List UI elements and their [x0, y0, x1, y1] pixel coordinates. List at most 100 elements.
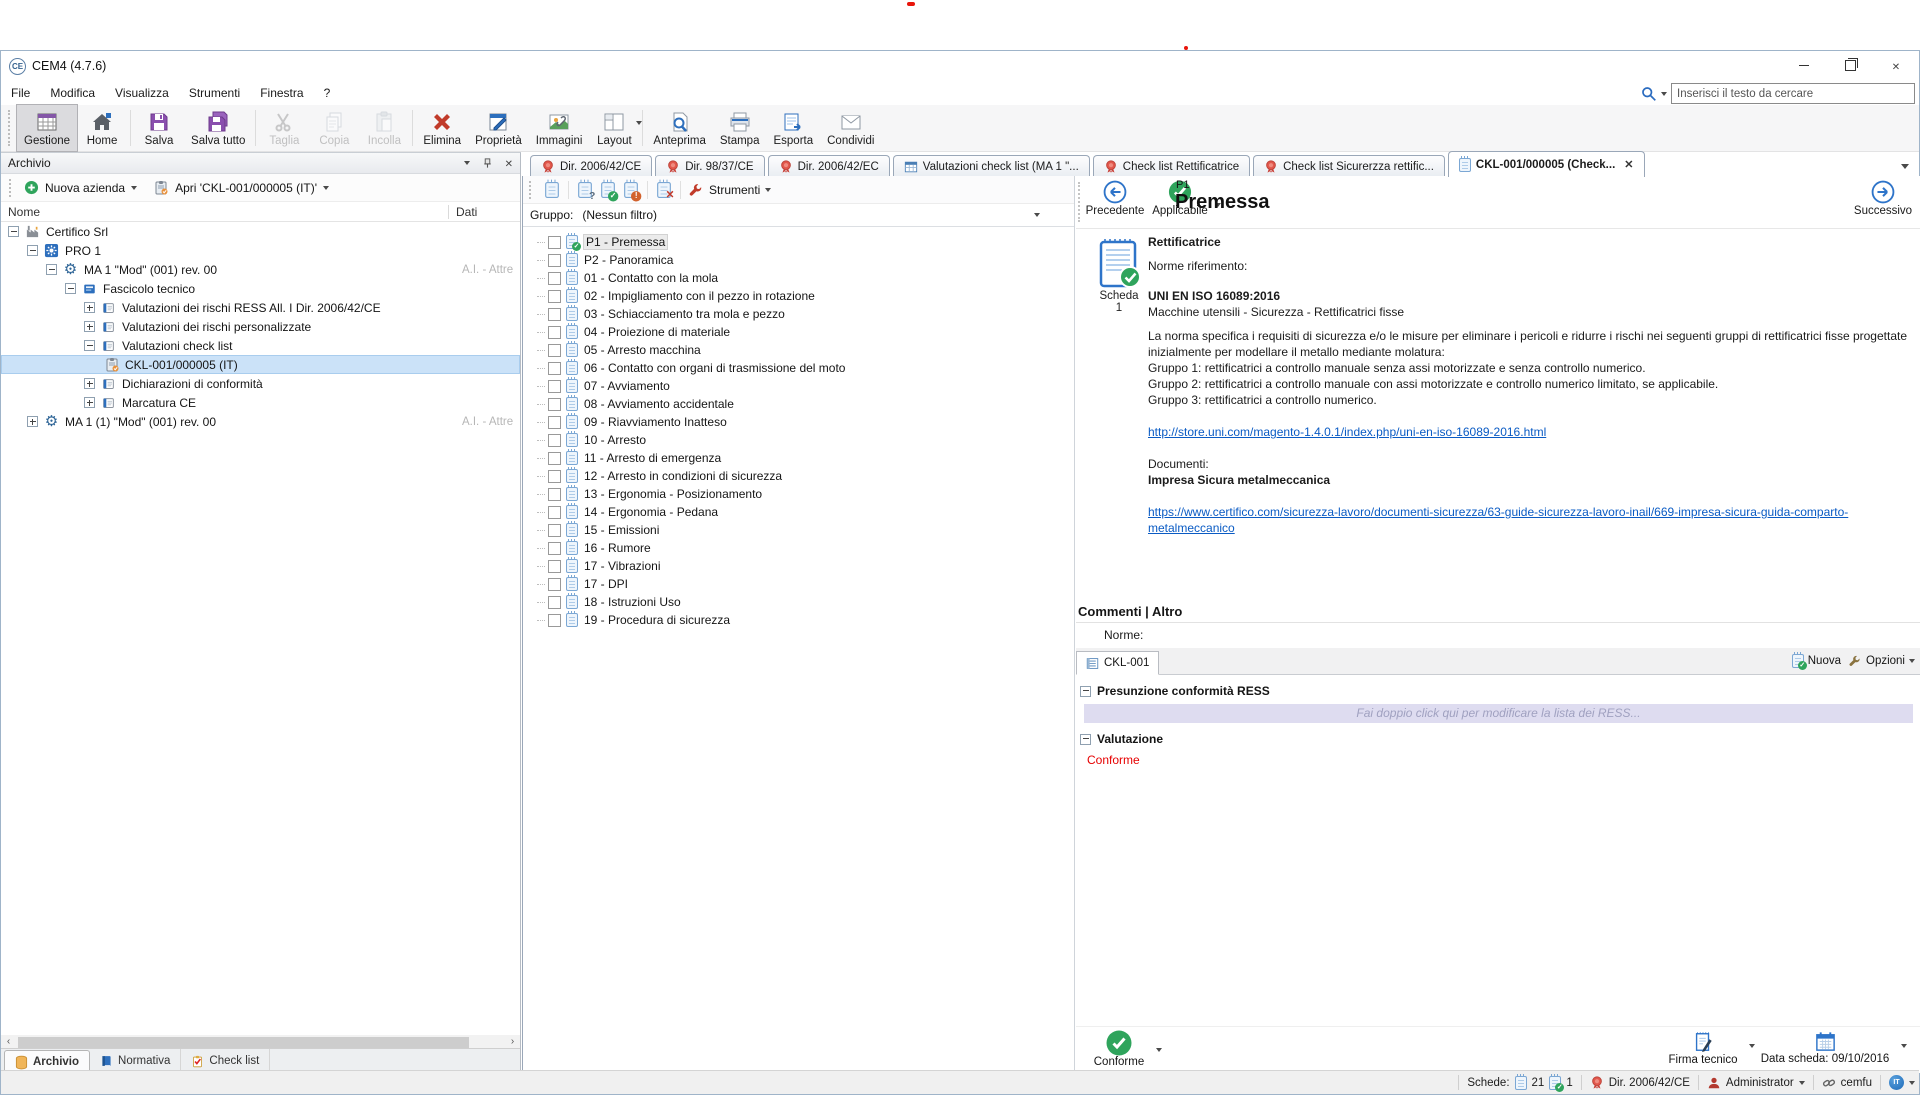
checkbox[interactable]	[548, 434, 561, 447]
status-user[interactable]: Administrator	[1726, 1077, 1794, 1089]
norm-link[interactable]: http://store.uni.com/magento-1.4.0.1/ind…	[1148, 425, 1546, 439]
conforme-button[interactable]: Conforme	[1088, 1030, 1150, 1068]
checkbox[interactable]	[548, 416, 561, 429]
tree-item-fascicolo[interactable]: Fascicolo tecnico	[1, 279, 520, 298]
checklist-item[interactable]: 12 - Arresto in condizioni di sicurezza	[523, 467, 1074, 485]
menu-modifica[interactable]: Modifica	[40, 83, 105, 103]
valutazione-section-header[interactable]: Valutazione	[1076, 732, 1920, 746]
checklist-item[interactable]: P2 - Panoramica	[523, 251, 1074, 269]
tab-check-list-sicurezza[interactable]: Check list Sicurerzza rettific...	[1253, 155, 1445, 177]
precedente-button[interactable]: Precedente	[1084, 180, 1146, 217]
sheet-remove-icon[interactable]	[657, 181, 671, 197]
menu-help[interactable]: ?	[314, 83, 341, 103]
strumenti-button[interactable]: Strumenti	[709, 183, 760, 197]
firma-tecnico-button[interactable]: Firma tecnico	[1663, 1030, 1743, 1066]
document-link[interactable]: https://www.certifico.com/sicurezza-lavo…	[1148, 505, 1848, 535]
toolbar-handle[interactable]	[8, 110, 13, 146]
collapse-icon[interactable]	[8, 226, 19, 237]
salva-tutto-button[interactable]: Salva tutto	[184, 105, 252, 151]
minimize-button[interactable]	[1781, 51, 1827, 80]
checklist-item[interactable]: 07 - Avviamento	[523, 377, 1074, 395]
tab-list-caret[interactable]	[1901, 158, 1909, 172]
data-scheda-caret[interactable]	[1901, 1044, 1907, 1048]
checklist-item[interactable]: 18 - Istruzioni Uso	[523, 593, 1074, 611]
column-dati[interactable]: Dati	[448, 205, 520, 219]
anteprima-button[interactable]: Anteprima	[646, 105, 712, 151]
checkbox[interactable]	[548, 398, 561, 411]
checkbox[interactable]	[548, 254, 561, 267]
toolbar-handle[interactable]	[1078, 182, 1080, 222]
expand-icon[interactable]	[84, 397, 95, 408]
menu-strumenti[interactable]: Strumenti	[179, 83, 250, 103]
menu-finestra[interactable]: Finestra	[250, 83, 313, 103]
tree-item-ma1-1[interactable]: MA 1 (1) "Mod" (001) rev. 00 A.I. - Attr…	[1, 412, 520, 431]
checklist-item[interactable]: 06 - Contatto con organi di trasmissione…	[523, 359, 1074, 377]
checklist-item[interactable]: 17 - DPI	[523, 575, 1074, 593]
collapse-icon[interactable]	[46, 264, 57, 275]
esporta-button[interactable]: Esporta	[766, 105, 820, 151]
layout-button[interactable]: Layout	[589, 105, 639, 151]
checklist-item[interactable]: 14 - Ergonomia - Pedana	[523, 503, 1074, 521]
successivo-button[interactable]: Successivo	[1851, 180, 1915, 217]
tree-item-pro1[interactable]: PRO 1	[1, 241, 520, 260]
collapse-icon[interactable]	[65, 283, 76, 294]
toolbar-handle[interactable]	[9, 179, 14, 197]
tab-valutazioni-check-list[interactable]: Valutazioni check list (MA 1 "...	[893, 155, 1090, 177]
tree-item-ma1[interactable]: MA 1 "Mod" (001) rev. 00 A.I. - Attre	[1, 260, 520, 279]
expand-icon[interactable]	[84, 302, 95, 313]
collapse-icon[interactable]	[84, 340, 95, 351]
checklist-item[interactable]: 04 - Proiezione di materiale	[523, 323, 1074, 341]
add-circle-icon[interactable]	[24, 180, 39, 195]
nuova-azienda-button[interactable]: Nuova azienda	[45, 181, 125, 195]
collapse-icon[interactable]	[1080, 686, 1091, 697]
comment-tab-ckl001[interactable]: CKL-001	[1076, 651, 1159, 675]
horizontal-scrollbar[interactable]	[1, 1035, 520, 1049]
ress-placeholder-area[interactable]: Fai doppio click qui per modificare la l…	[1084, 704, 1913, 723]
menu-visualizza[interactable]: Visualizza	[105, 83, 179, 103]
home-button[interactable]: Home	[77, 105, 127, 151]
checkbox[interactable]	[548, 614, 561, 627]
checklist-item[interactable]: 02 - Impigliamento con il pezzo in rotaz…	[523, 287, 1074, 305]
tree-item-valutazioni-pers[interactable]: Valutazioni dei rischi personalizzate	[1, 317, 520, 336]
checklist-item[interactable]: 19 - Procedura di sicurezza	[523, 611, 1074, 629]
pin-icon[interactable]	[482, 157, 493, 169]
salva-button[interactable]: Salva	[134, 105, 184, 151]
language-badge[interactable]: IT	[1889, 1075, 1904, 1090]
sheet-ok-icon[interactable]	[601, 181, 615, 197]
checklist-item[interactable]: 16 - Rumore	[523, 539, 1074, 557]
opzioni-button[interactable]: Opzioni	[1848, 654, 1915, 668]
language-caret[interactable]	[1909, 1081, 1915, 1085]
checklist-item[interactable]: 01 - Contatto con la mola	[523, 269, 1074, 287]
checklist-item[interactable]: 05 - Arresto macchina	[523, 341, 1074, 359]
panel-close-icon[interactable]	[505, 156, 513, 170]
condividi-button[interactable]: Condividi	[820, 105, 881, 151]
restore-button[interactable]	[1827, 51, 1873, 80]
immagini-button[interactable]: Immagini	[529, 105, 590, 151]
collapse-icon[interactable]	[1080, 734, 1091, 745]
panel-menu-caret[interactable]	[464, 161, 470, 165]
tree-item-valutazioni-checklist[interactable]: Valutazioni check list	[1, 336, 520, 355]
checkbox[interactable]	[548, 380, 561, 393]
search-input[interactable]	[1671, 83, 1915, 104]
checkbox[interactable]	[548, 452, 561, 465]
nuova-azienda-caret[interactable]	[131, 186, 137, 190]
open-clipboard-icon[interactable]	[153, 180, 169, 196]
nuova-button[interactable]: Nuova	[1792, 654, 1841, 668]
search-options-caret[interactable]	[1661, 92, 1667, 96]
sheet-unknown-icon[interactable]	[578, 181, 592, 197]
opzioni-caret[interactable]	[1909, 659, 1915, 663]
tab-dir-98-37-ce[interactable]: Dir. 98/37/CE	[655, 155, 764, 177]
checkbox[interactable]	[548, 506, 561, 519]
strumenti-caret[interactable]	[765, 188, 771, 192]
checkbox[interactable]	[548, 308, 561, 321]
tab-close-icon[interactable]	[1624, 158, 1633, 171]
checkbox[interactable]	[548, 524, 561, 537]
checklist-item[interactable]: 13 - Ergonomia - Posizionamento	[523, 485, 1074, 503]
checkbox[interactable]	[548, 362, 561, 375]
checklist-item[interactable]: 08 - Avviamento accidentale	[523, 395, 1074, 413]
apri-caret[interactable]	[323, 186, 329, 190]
scrollbar-thumb[interactable]	[18, 1037, 469, 1048]
checkbox[interactable]	[548, 488, 561, 501]
tree-item-marcatura[interactable]: Marcatura CE	[1, 393, 520, 412]
expand-icon[interactable]	[27, 416, 38, 427]
